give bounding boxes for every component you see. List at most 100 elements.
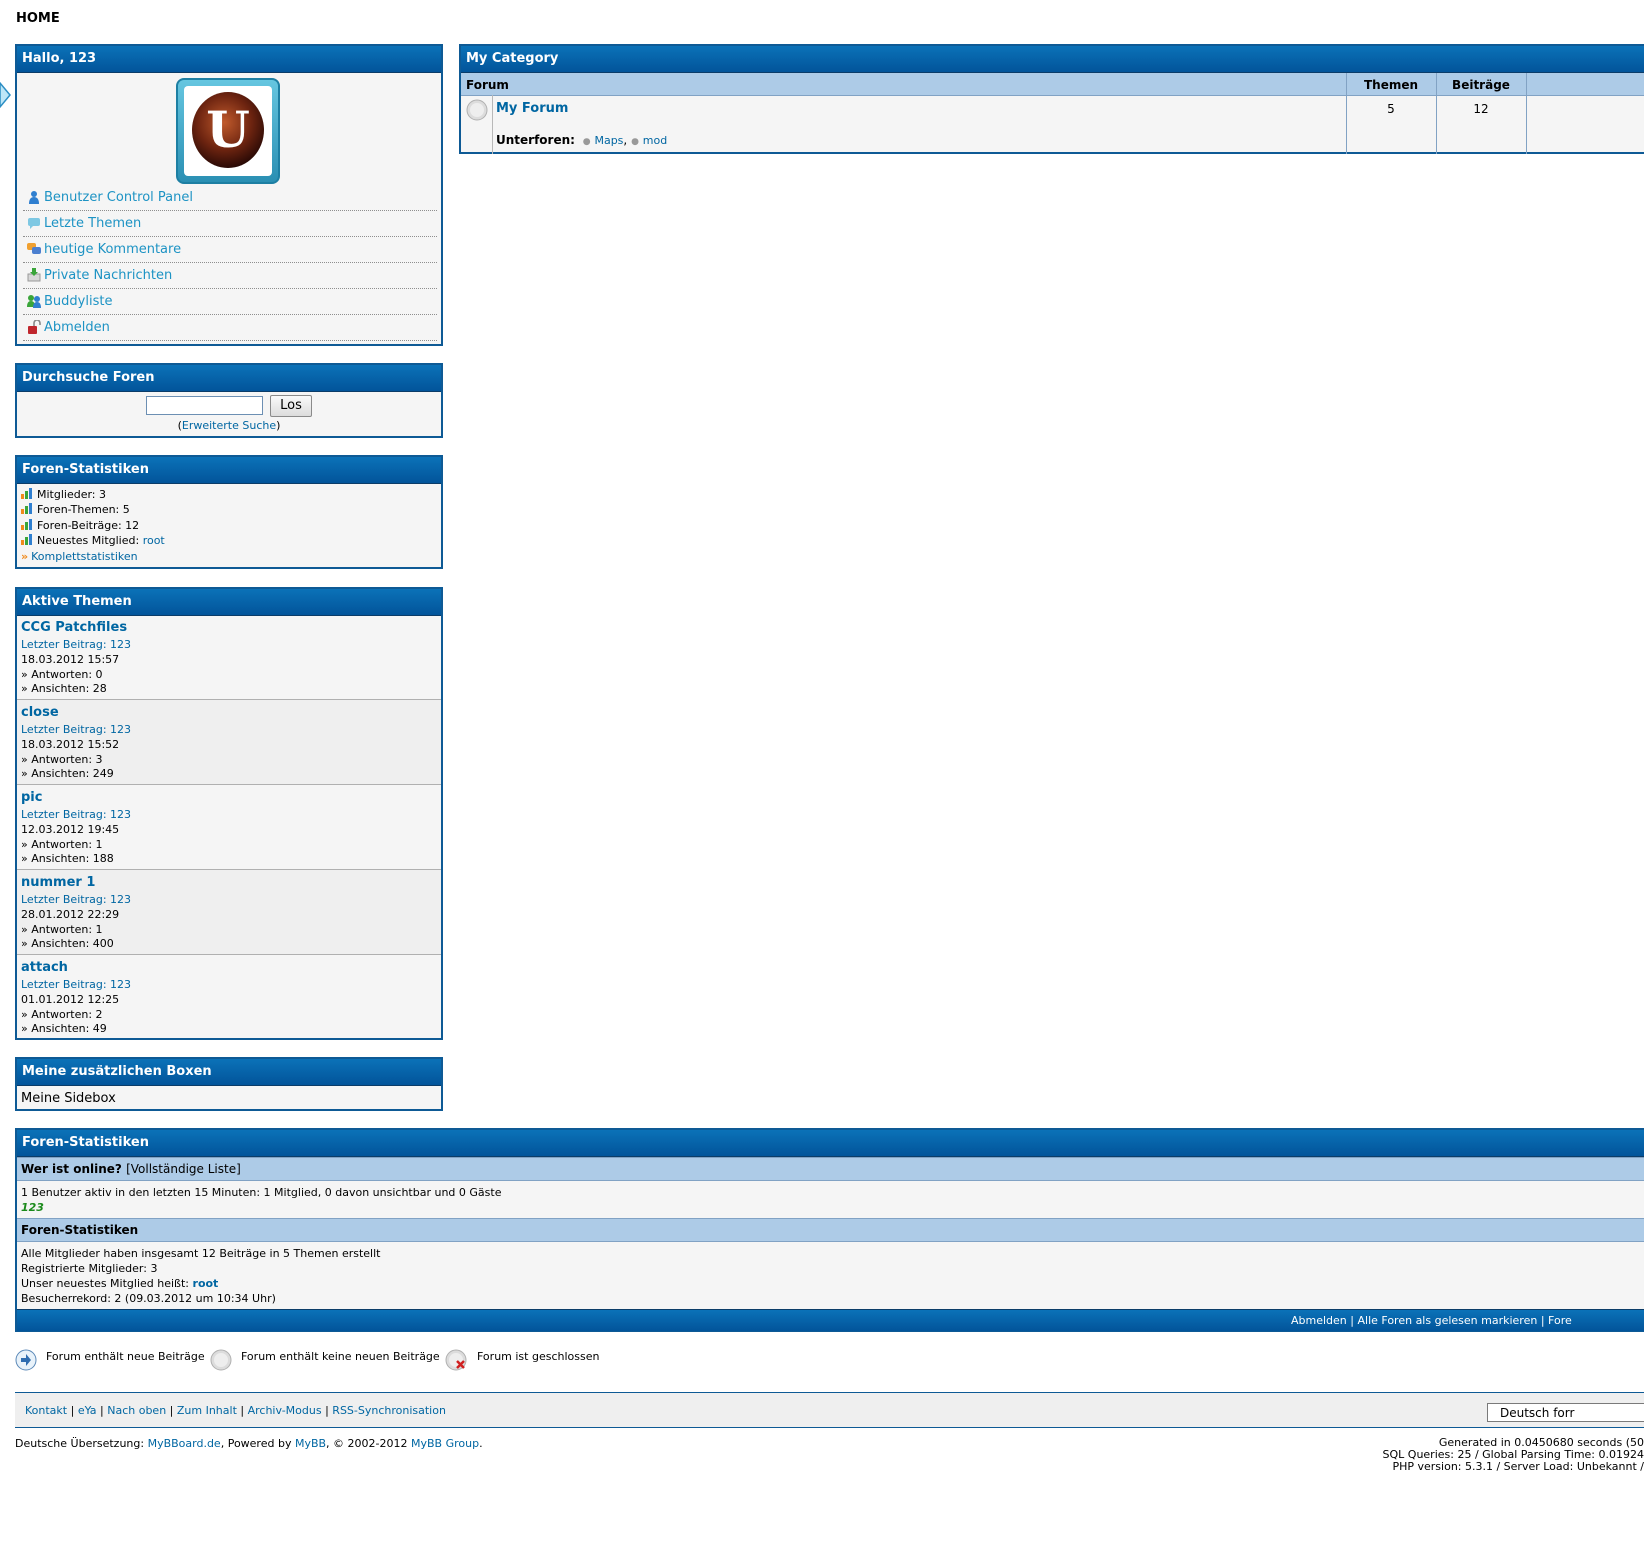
mybboard-link[interactable]: MyBBoard.de: [148, 1437, 221, 1450]
board-stats-title: Foren-Statistiken: [17, 1130, 1644, 1157]
footer-link-top[interactable]: Nach oben: [107, 1404, 166, 1417]
active-threads-box: Aktive Themen CCG Patchfiles Letzter Bei…: [15, 587, 443, 1040]
thread-item: pic Letzter Beitrag: 123 12.03.2012 19:4…: [17, 785, 441, 870]
advanced-search-link[interactable]: Erweiterte Suche: [182, 419, 276, 432]
closed-forum-icon: [445, 1349, 467, 1371]
thread-replies: » Antworten: 1: [21, 923, 103, 936]
buddies-icon: [27, 295, 41, 308]
menu-buddylist-label[interactable]: Buddyliste: [44, 294, 112, 309]
thread-last-post-link[interactable]: Letzter Beitrag: 123: [21, 808, 131, 821]
forum-posts-count: 12: [1473, 102, 1489, 116]
menu-latest-threads-label[interactable]: Letzte Themen: [44, 216, 141, 231]
footer-link-rss[interactable]: RSS-Synchronisation: [332, 1404, 446, 1417]
search-box: Durchsuche Foren Los (Erweiterte Suche): [15, 363, 443, 438]
thread-title-link[interactable]: CCG Patchfiles: [21, 620, 127, 635]
thread-replies: » Antworten: 0: [21, 668, 103, 681]
thread-last-post-link[interactable]: Letzter Beitrag: 123: [21, 723, 131, 736]
thread-item: CCG Patchfiles Letzter Beitrag: 123 18.0…: [17, 615, 441, 700]
active-threads-title: Aktive Themen: [17, 589, 441, 616]
legend-new: Forum enthält neue Beiträge: [46, 1350, 205, 1363]
full-stats-link[interactable]: Komplettstatistiken: [31, 550, 138, 563]
stats-header: Foren-Statistiken: [17, 1218, 1644, 1242]
forum-name-link[interactable]: My Forum: [496, 101, 568, 116]
menu-user-cp-label[interactable]: Benutzer Control Panel: [44, 190, 193, 205]
category-title[interactable]: My Category: [461, 46, 1644, 73]
custom-boxes: Meine zusätzlichen Boxen Meine Sidebox: [15, 1057, 443, 1111]
subforum-link[interactable]: Maps: [594, 134, 623, 147]
menu-logout-label[interactable]: Abmelden: [44, 320, 110, 335]
menu-today-comments-label[interactable]: heutige Kommentare: [44, 242, 181, 257]
search-input[interactable]: [146, 396, 263, 415]
thread-replies: » Antworten: 1: [21, 838, 103, 851]
stats-subtitle: Foren-Statistiken: [21, 1223, 139, 1237]
stats-line: Besucherrekord: 2 (09.03.2012 um 10:34 U…: [21, 1292, 276, 1305]
bottom-links: Abmelden | Alle Foren als gelesen markie…: [1291, 1314, 1572, 1327]
user-icon: [29, 191, 39, 204]
thread-views: » Ansichten: 249: [21, 767, 114, 780]
thread-views: » Ansichten: 400: [21, 937, 114, 950]
debug-line: PHP version: 5.3.1 / Server Load: Unbeka…: [1392, 1460, 1644, 1473]
footer-link-eya[interactable]: eYa: [78, 1404, 97, 1417]
column-divider: [1526, 73, 1527, 154]
padlock-icon: [28, 320, 41, 334]
custom-boxes-title: Meine zusätzlichen Boxen: [17, 1059, 441, 1086]
thread-views: » Ansichten: 28: [21, 682, 107, 695]
breadcrumb[interactable]: HOME: [16, 11, 60, 26]
stat-members: Mitglieder: 3: [21, 487, 106, 502]
thread-replies: » Antworten: 2: [21, 1008, 103, 1021]
footer-link-archive[interactable]: Archiv-Modus: [248, 1404, 322, 1417]
thread-last-post-link[interactable]: Letzter Beitrag: 123: [21, 978, 131, 991]
thread-date: 18.03.2012 15:57: [21, 653, 120, 666]
full-list-link[interactable]: [Vollständige Liste]: [126, 1162, 241, 1176]
thread-item: attach Letzter Beitrag: 123 01.01.2012 1…: [17, 955, 441, 1040]
full-stats[interactable]: » Komplettstatistiken: [21, 549, 138, 564]
thread-date: 18.03.2012 15:52: [21, 738, 120, 751]
menu-today-comments[interactable]: heutige Kommentare: [23, 238, 437, 263]
welcome-box: Hallo, 123 U Benutzer Control Panel Letz…: [15, 44, 443, 346]
mark-read-link[interactable]: Alle Foren als gelesen markieren: [1357, 1314, 1537, 1327]
footer-link-contact[interactable]: Kontakt: [25, 1404, 67, 1417]
header-forum: Forum: [466, 78, 509, 92]
menu-user-cp[interactable]: Benutzer Control Panel: [23, 186, 437, 211]
category-header-row: Forum Themen Beiträge: [461, 73, 1644, 96]
forum-threads-count: 5: [1387, 102, 1395, 116]
bottom-links-bar: Abmelden | Alle Foren als gelesen markie…: [17, 1309, 1644, 1331]
menu-logout[interactable]: Abmelden: [23, 316, 437, 341]
thread-last-post-link[interactable]: Letzter Beitrag: 123: [21, 893, 131, 906]
mybb-link[interactable]: MyBB: [295, 1437, 326, 1450]
stats-line: Alle Mitglieder haben insgesamt 12 Beitr…: [21, 1247, 381, 1260]
online-user-link[interactable]: 123: [21, 1201, 44, 1214]
newest-member-link[interactable]: root: [193, 1277, 219, 1290]
menu-private-messages[interactable]: Private Nachrichten: [23, 264, 437, 289]
menu-buddylist[interactable]: Buddyliste: [23, 290, 437, 315]
no-new-posts-icon: [466, 99, 488, 121]
thread-title-link[interactable]: pic: [21, 790, 42, 805]
avatar-logo: U: [206, 100, 250, 159]
language-select[interactable]: Deutsch forr: [1487, 1403, 1644, 1422]
stat-threads: Foren-Themen: 5: [21, 502, 130, 517]
credits: Deutsche Übersetzung: MyBBoard.de, Power…: [15, 1437, 483, 1450]
thread-title-link[interactable]: close: [21, 705, 59, 720]
bar-chart-icon: [21, 519, 33, 530]
subforum-link[interactable]: mod: [643, 134, 667, 147]
avatar[interactable]: U: [176, 78, 280, 184]
footer-links: Kontakt | eYa | Nach oben | Zum Inhalt |…: [25, 1404, 446, 1417]
thread-views: » Ansichten: 49: [21, 1022, 107, 1035]
footer-link-content[interactable]: Zum Inhalt: [177, 1404, 237, 1417]
comments-icon: [27, 243, 41, 254]
collapse-arrow-icon[interactable]: [0, 82, 12, 108]
bar-chart-icon: [21, 488, 33, 499]
mybb-group-link[interactable]: MyBB Group: [411, 1437, 479, 1450]
newest-member-link[interactable]: root: [143, 534, 165, 547]
category-table: My Category Forum Themen Beiträge My For…: [459, 44, 1644, 154]
menu-private-messages-label[interactable]: Private Nachrichten: [44, 268, 172, 283]
search-button[interactable]: Los: [270, 395, 312, 417]
thread-title-link[interactable]: attach: [21, 960, 68, 975]
thread-last-post-link[interactable]: Letzter Beitrag: 123: [21, 638, 131, 651]
thread-title-link[interactable]: nummer 1: [21, 875, 95, 890]
side-stats-title: Foren-Statistiken: [17, 457, 441, 484]
logout-link[interactable]: Abmelden: [1291, 1314, 1347, 1327]
forum-team-link[interactable]: Fore: [1548, 1314, 1572, 1327]
menu-latest-threads[interactable]: Letzte Themen: [23, 212, 437, 237]
online-title: Wer ist online?: [21, 1162, 122, 1176]
